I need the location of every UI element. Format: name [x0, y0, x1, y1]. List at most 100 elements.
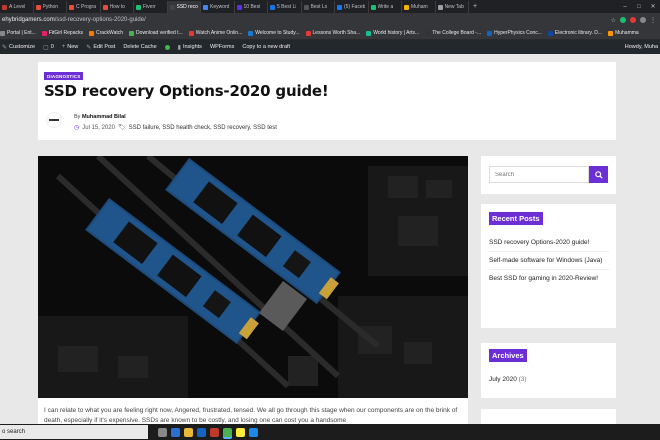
tab-favicon-icon: [2, 4, 7, 10]
tab-favicon-icon: [303, 4, 309, 10]
post-header: DIAGNOSTICS SSD recovery Options-2020 gu…: [38, 62, 616, 140]
star-icon[interactable]: ☆: [611, 17, 616, 24]
bookmark-favicon-icon: [129, 30, 135, 36]
bookmark-item[interactable]: HyperPhysics Conc...: [487, 30, 542, 36]
browser-tab[interactable]: A Level: [0, 1, 34, 13]
file-explorer-icon[interactable]: [184, 427, 193, 437]
task-view-icon[interactable]: [158, 427, 167, 437]
tab-favicon-icon: [270, 4, 275, 10]
bookmark-item[interactable]: Download verified t...: [129, 30, 183, 36]
profile-icon[interactable]: [640, 17, 646, 23]
tab-favicon-icon: [69, 4, 74, 10]
bookmark-item[interactable]: FitGirl Repacks: [41, 30, 83, 36]
browser-tab[interactable]: Write a: [369, 1, 402, 13]
post-tags[interactable]: SSD failure, SSD health check, SSD recov…: [129, 125, 277, 131]
bookmark-favicon-icon: [547, 30, 553, 36]
tab-label: Fiverr: [143, 4, 156, 10]
wp-comments[interactable]: ▢ 0: [43, 44, 54, 51]
edge-icon[interactable]: [171, 427, 180, 437]
recent-post-link[interactable]: Best SSD for gaming in 2020-Review!: [489, 270, 609, 287]
bookmark-item[interactable]: Lessons Worth Sha...: [305, 30, 360, 36]
menu-icon[interactable]: ⋮: [650, 17, 656, 24]
bookmark-label: Portal | Ent...: [7, 30, 36, 36]
byline: By Muhammad Bilal: [74, 114, 126, 120]
tag-icon: 🏷: [117, 125, 126, 131]
taskbar-apps: [158, 427, 258, 437]
bookmark-item[interactable]: CrackWatch: [89, 30, 123, 36]
wp-insights[interactable]: ▮ Insights: [178, 44, 202, 51]
recent-post-link[interactable]: SSD recovery Options-2020 guide!: [489, 234, 609, 252]
bookmark-label: HyperPhysics Conc...: [494, 30, 542, 36]
minimize-button[interactable]: –: [618, 1, 632, 13]
browser-tab[interactable]: 10 Best: [235, 1, 268, 13]
category-badge[interactable]: DIAGNOSTICS: [44, 72, 84, 80]
chrome-icon[interactable]: [223, 427, 232, 437]
bookmark-item[interactable]: World history | Arts...: [366, 30, 419, 36]
bookmark-item[interactable]: The College Board -...: [425, 30, 481, 36]
bookmark-item[interactable]: Muhamma: [608, 30, 639, 36]
wp-customize[interactable]: ✎ Customize: [2, 44, 35, 51]
browser-tab-active[interactable]: SSD reco: [167, 1, 201, 13]
bookmark-label: FitGirl Repacks: [48, 30, 83, 36]
bookmark-item[interactable]: Welcome to Study...: [248, 30, 300, 36]
browser-tab[interactable]: 5 Best Li: [268, 1, 302, 13]
recent-posts-title: Recent Posts: [489, 212, 543, 225]
archive-link[interactable]: July 2020 (3): [489, 371, 609, 388]
mail-icon[interactable]: [210, 427, 219, 437]
extension-icon[interactable]: [630, 17, 636, 23]
bookmark-favicon-icon: [487, 30, 493, 36]
browser-tab[interactable]: Muham: [402, 1, 436, 13]
browser-tab[interactable]: Best Lo: [302, 1, 335, 13]
search-input[interactable]: [489, 166, 589, 183]
bookmark-label: The College Board -...: [432, 30, 482, 36]
bookmark-label: Muhamma: [615, 30, 639, 36]
browser-tab[interactable]: New Tab: [436, 1, 469, 13]
browser-tab[interactable]: (5) Faceb: [335, 1, 369, 13]
sticky-notes-icon[interactable]: [236, 427, 245, 437]
clock-icon: ◷: [74, 125, 80, 131]
wp-howdy[interactable]: Howdy, Muha: [625, 44, 660, 50]
bookmark-label: Download verified t...: [136, 30, 183, 36]
browser-tab[interactable]: Fiverr: [134, 1, 168, 13]
tab-favicon-icon: [169, 4, 175, 10]
wp-wpforms[interactable]: WPForms: [210, 44, 234, 50]
search-button[interactable]: [589, 166, 608, 183]
bookmark-label: Watch Anime Onlin...: [195, 30, 243, 36]
bookmark-favicon-icon: [366, 30, 372, 36]
bookmark-item[interactable]: Electronic library. D...: [547, 30, 602, 36]
tab-favicon-icon: [102, 4, 108, 10]
wp-edit-post[interactable]: ✎ Edit Post: [86, 44, 115, 51]
maximize-button[interactable]: □: [632, 1, 646, 13]
wp-copy-draft[interactable]: Copy to a new draft: [242, 44, 290, 50]
post-meta: ◷ Jul 15, 2020 🏷 SSD failure, SSD health…: [74, 124, 277, 132]
wp-delete-cache[interactable]: Delete Cache: [123, 44, 156, 50]
address-bar[interactable]: ehybridgamers.com/ssd-recovery-options-2…: [0, 13, 660, 27]
recent-post-link[interactable]: Self-made software for Windows (Java): [489, 252, 609, 270]
tab-label: (5) Faceb: [344, 4, 366, 10]
store-icon[interactable]: [197, 427, 206, 437]
author-link[interactable]: Muhammad Bilal: [82, 114, 126, 120]
app-icon[interactable]: [249, 427, 258, 437]
tab-label: 10 Best: [243, 4, 261, 10]
browser-tab[interactable]: Keyword: [201, 1, 235, 13]
browser-tab[interactable]: C Progra: [67, 1, 101, 13]
new-tab-button[interactable]: +: [469, 1, 481, 13]
extension-icon[interactable]: [620, 17, 626, 23]
close-button[interactable]: ✕: [646, 1, 660, 13]
chart-icon: ▮: [177, 44, 181, 51]
bookmark-item[interactable]: Watch Anime Onlin...: [188, 30, 243, 36]
plus-icon: +: [61, 44, 66, 50]
wp-new[interactable]: + New: [62, 44, 79, 50]
url-text[interactable]: ehybridgamers.com/ssd-recovery-options-2…: [0, 17, 146, 23]
tab-label: New Tab: [444, 4, 464, 10]
bookmarks-bar: Portal | Ent... FitGirl Repacks CrackWatch…: [0, 27, 660, 40]
post-date: Jul 15, 2020: [82, 124, 115, 131]
browser-tab[interactable]: Python: [34, 1, 67, 13]
browser-tab[interactable]: How to: [101, 1, 134, 13]
author-avatar[interactable]: [46, 112, 62, 128]
tab-favicon-icon: [236, 4, 242, 10]
archives-widget: Archives July 2020 (3): [481, 343, 616, 398]
wp-status-dot: [164, 44, 170, 50]
taskbar-search[interactable]: o search: [0, 425, 148, 439]
bookmark-item[interactable]: Portal | Ent...: [0, 30, 36, 36]
